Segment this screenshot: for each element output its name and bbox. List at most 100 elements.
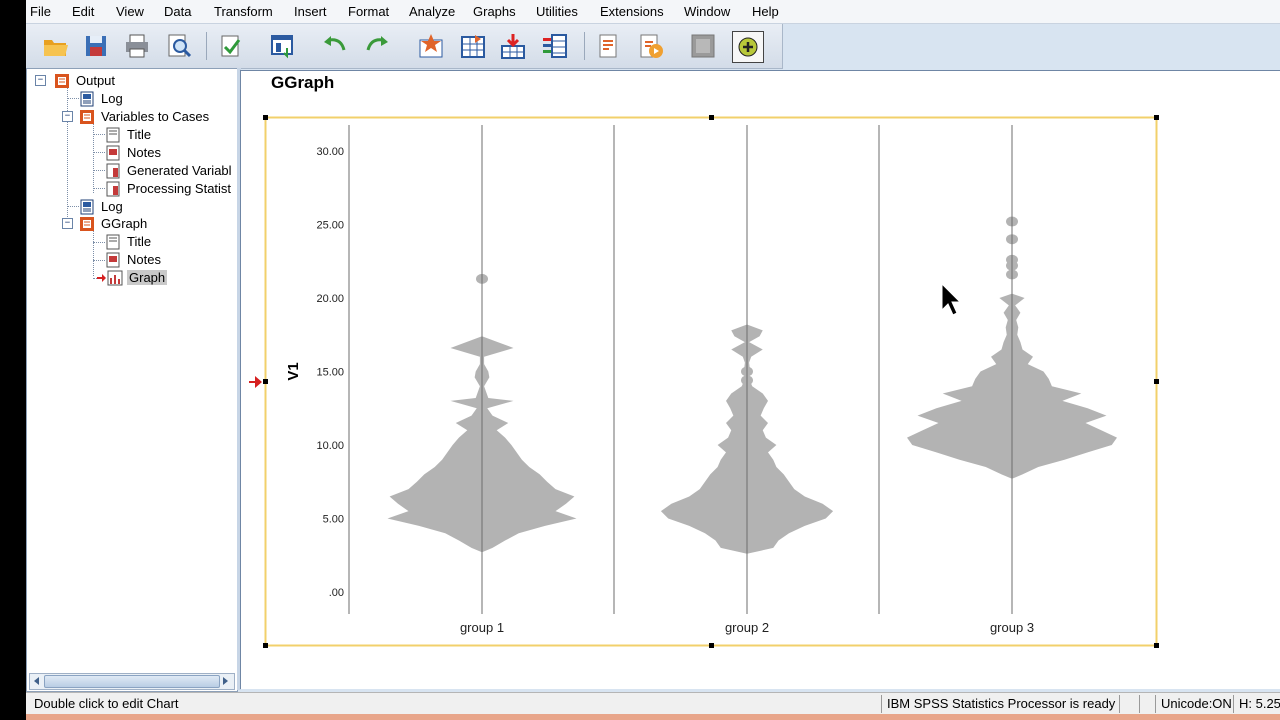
insert-cases-icon[interactable] <box>498 31 528 61</box>
save-icon[interactable] <box>81 31 111 61</box>
tree-item-ggraph[interactable]: GGraph <box>79 215 149 232</box>
notes-icon <box>106 145 120 160</box>
violin-chart[interactable]: .00 5.00 10.00 15.00 20.00 25.00 30.00 V1 group … <box>241 71 1280 689</box>
selection-marker-icon <box>249 376 262 388</box>
tree-item-label: Output <box>76 73 116 88</box>
toolbar <box>26 24 783 69</box>
add-icon[interactable] <box>732 31 764 63</box>
unicode-status: Unicode:ON <box>1161 696 1232 711</box>
y-tick-label: 25.00 <box>316 220 344 232</box>
script-icon[interactable] <box>636 31 666 61</box>
open-icon[interactable] <box>40 31 70 61</box>
menu-utilities[interactable]: Utilities <box>536 4 578 19</box>
tree-item-label: Variables to Cases <box>101 109 210 124</box>
title-icon <box>106 127 120 142</box>
tree-item-label: Graph <box>127 270 168 285</box>
horizontal-scrollbar[interactable] <box>29 673 235 690</box>
menu-help[interactable]: Help <box>752 4 779 19</box>
tree-item-label: Title <box>127 127 152 142</box>
procedure-book-icon <box>80 216 94 231</box>
menu-analyze[interactable]: Analyze <box>409 4 455 19</box>
tree-item-label: Generated Variabl <box>127 163 232 178</box>
title-icon <box>106 234 120 249</box>
tree-item-generated-variables[interactable]: Generated Variabl <box>105 162 234 179</box>
output-book-icon <box>55 73 69 88</box>
x-category-label: group 2 <box>725 620 769 635</box>
status-divider <box>1139 695 1140 713</box>
status-divider <box>1155 695 1156 713</box>
y-tick-label: .00 <box>329 587 344 599</box>
tree-item-notes[interactable]: Notes <box>105 251 163 268</box>
status-divider <box>1119 695 1120 713</box>
y-tick-label: 5.00 <box>323 514 344 526</box>
menu-bar: File Edit View Data Transform Insert For… <box>26 0 1280 24</box>
collapse-ggraph-icon[interactable]: − <box>62 218 73 229</box>
tree-item-variables-to-cases[interactable]: Variables to Cases <box>79 108 211 125</box>
menu-insert[interactable]: Insert <box>294 4 327 19</box>
tree-line <box>93 170 105 171</box>
menu-window[interactable]: Window <box>684 4 730 19</box>
menu-extensions[interactable]: Extensions <box>600 4 664 19</box>
menu-data[interactable]: Data <box>164 4 191 19</box>
tree-item-label: Title <box>127 234 152 249</box>
y-tick-label: 30.00 <box>316 146 344 158</box>
tree-line <box>93 134 105 135</box>
menu-format[interactable]: Format <box>348 4 389 19</box>
designate-window-icon[interactable] <box>594 31 624 61</box>
tree-item-title[interactable]: Title <box>105 126 153 143</box>
goto-case-icon[interactable] <box>416 31 446 61</box>
x-category-label: group 3 <box>990 620 1034 635</box>
tree-item-label: Notes <box>127 145 161 160</box>
insert-variable-icon[interactable] <box>540 31 570 61</box>
y-axis-label: V1 <box>285 362 302 380</box>
y-tick-label: 10.00 <box>316 440 344 452</box>
scroll-right-icon[interactable] <box>222 676 230 686</box>
toolbar-background <box>783 24 1280 68</box>
tree-line <box>93 152 105 153</box>
tree-line <box>67 206 79 207</box>
chart-size-status: H: 5.25 <box>1239 696 1280 711</box>
table-icon <box>106 163 120 178</box>
current-item-arrow-icon <box>97 273 106 282</box>
print-icon[interactable] <box>122 31 152 61</box>
y-tick-label: 20.00 <box>316 293 344 305</box>
menu-graphs[interactable]: Graphs <box>473 4 516 19</box>
spss-output-viewer: File Edit View Data Transform Insert For… <box>26 0 1280 720</box>
tree-item-title[interactable]: Title <box>105 233 153 250</box>
menu-transform[interactable]: Transform <box>214 4 273 19</box>
tree-item-notes[interactable]: Notes <box>105 144 163 161</box>
status-divider <box>1233 695 1234 713</box>
tree-item-log[interactable]: Log <box>79 198 125 215</box>
menu-file[interactable]: File <box>30 4 51 19</box>
collapse-output-icon[interactable]: − <box>35 75 46 86</box>
menu-edit[interactable]: Edit <box>72 4 94 19</box>
tree-item-label: GGraph <box>101 216 148 231</box>
menu-view[interactable]: View <box>116 4 144 19</box>
collapse-variables-to-cases-icon[interactable]: − <box>62 111 73 122</box>
redo-icon[interactable] <box>362 31 392 61</box>
tree-line <box>93 188 105 189</box>
y-tick-label: 15.00 <box>316 367 344 379</box>
output-content-pane: GGraph .00 5.00 10.00 15.00 20.00 25.00 30.00 V… <box>240 70 1280 689</box>
export-icon[interactable] <box>216 31 246 61</box>
undo-icon[interactable] <box>320 31 350 61</box>
tree-line <box>67 98 79 99</box>
goto-variable-icon[interactable] <box>458 31 488 61</box>
goto-data-icon[interactable] <box>268 31 298 61</box>
x-category-label: group 1 <box>460 620 504 635</box>
tree-item-log[interactable]: Log <box>79 90 125 107</box>
tree-item-graph[interactable]: Graph <box>97 269 168 286</box>
tree-line <box>93 230 94 276</box>
scroll-left-icon[interactable] <box>32 676 40 686</box>
tree-line <box>93 260 105 261</box>
toolbar-separator <box>584 32 585 60</box>
procedure-book-icon <box>80 109 94 124</box>
tree-item-label: Notes <box>127 252 161 267</box>
disabled-icon[interactable] <box>688 31 718 61</box>
tree-item-label: Log <box>101 199 123 214</box>
tree-item-processing-statistics[interactable]: Processing Statist <box>105 180 233 197</box>
scrollbar-thumb[interactable] <box>44 675 220 688</box>
print-preview-icon[interactable] <box>164 31 194 61</box>
tree-item-output[interactable]: Output <box>54 72 117 89</box>
status-hint: Double click to edit Chart <box>34 696 179 711</box>
